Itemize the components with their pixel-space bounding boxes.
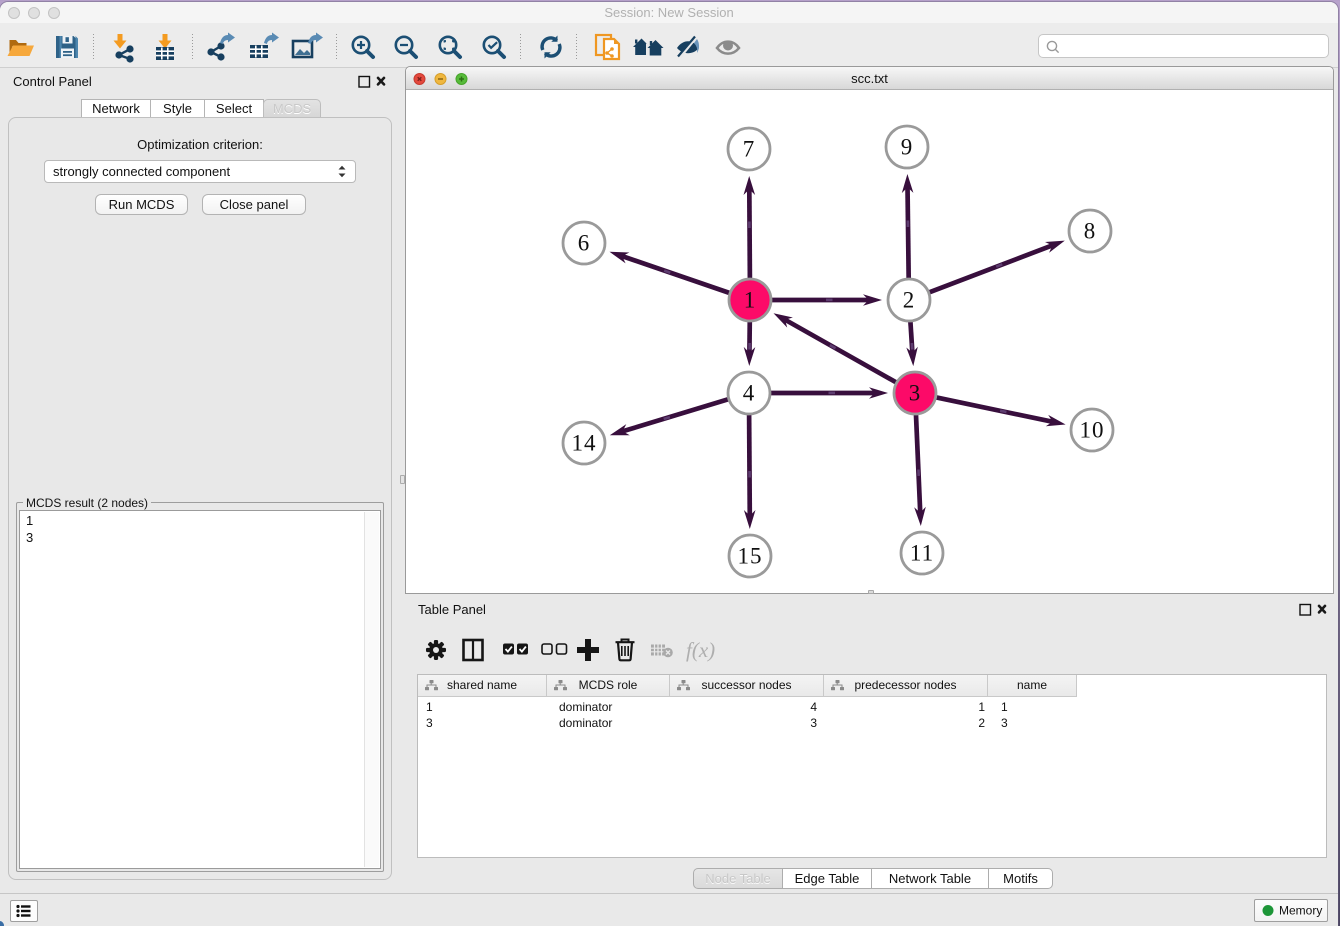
svg-text:8: 8 [1084,219,1097,244]
svg-text:2: 2 [903,288,916,313]
svg-text:11: 11 [910,541,934,566]
svg-text:10: 10 [1080,418,1105,443]
svg-text:6: 6 [578,231,591,256]
svg-text:15: 15 [738,544,763,569]
svg-text:1: 1 [744,288,757,313]
svg-text:4: 4 [743,381,756,406]
svg-text:f(x): f(x) [686,638,715,662]
svg-text:Memory: Memory [1279,904,1322,918]
svg-text:7: 7 [743,137,756,162]
svg-text:9: 9 [901,135,914,160]
svg-text:14: 14 [572,431,597,456]
svg-text:3: 3 [909,381,922,406]
